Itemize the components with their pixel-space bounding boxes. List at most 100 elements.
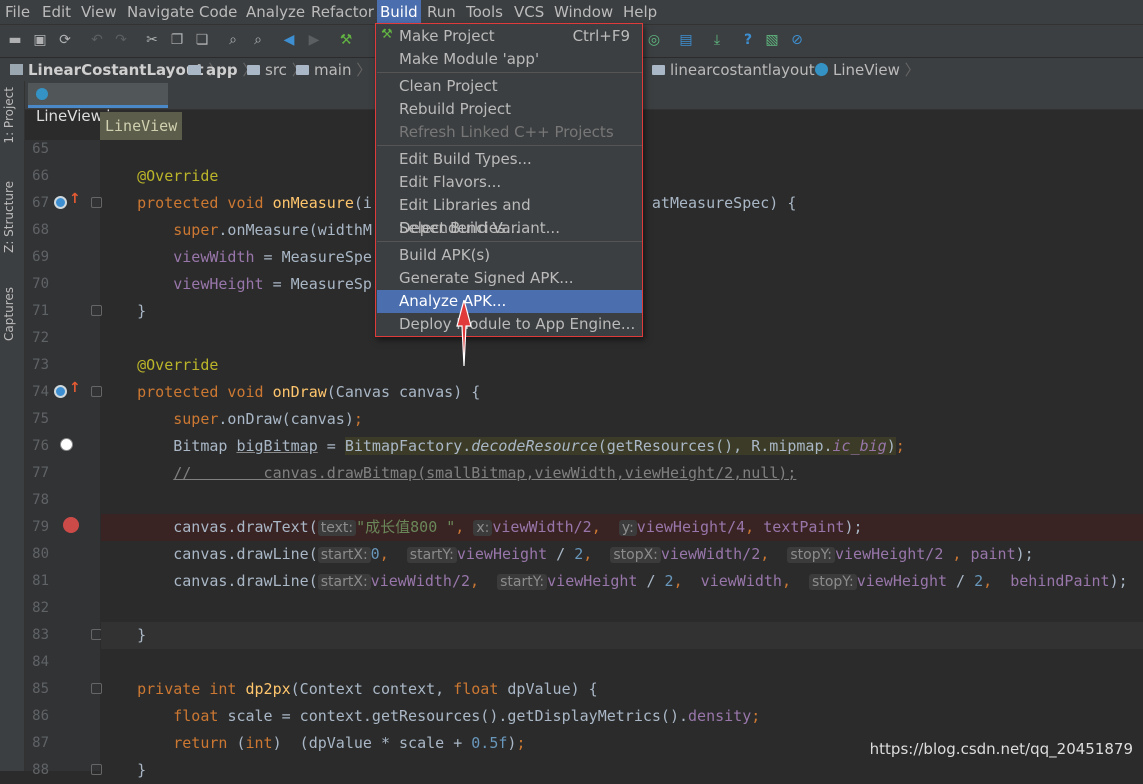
override-marker-icon[interactable]	[54, 196, 67, 209]
structure-tool-tab[interactable]: Z: Structure	[2, 181, 22, 253]
cut-icon[interactable]: ✂	[143, 31, 161, 49]
menu-edit[interactable]: Edit	[42, 0, 71, 24]
folder-icon	[247, 65, 260, 75]
copy-icon[interactable]: ❐	[168, 31, 186, 49]
disabled-breakpoint-icon[interactable]	[60, 438, 73, 451]
replace-icon[interactable]: ⌕	[249, 31, 267, 49]
param-hint: startX:	[317, 547, 371, 563]
java-class-icon	[36, 88, 48, 100]
menu-item-generate-signed-apk[interactable]: Generate Signed APK...	[377, 267, 642, 290]
line-number: 78	[32, 492, 49, 508]
menu-file[interactable]: File	[5, 0, 30, 24]
paste-icon[interactable]: ❏	[193, 31, 211, 49]
folder-icon	[296, 65, 309, 75]
open-folder-icon[interactable]: ▬	[6, 31, 24, 49]
module-folder-icon	[188, 65, 201, 75]
menu-vcs[interactable]: VCS	[514, 0, 544, 24]
undo-icon[interactable]: ↶	[88, 31, 106, 49]
param-hint: startY:	[406, 547, 457, 563]
menu-item-build-apk[interactable]: Build APK(s)	[377, 244, 642, 267]
redo-icon[interactable]: ↷	[112, 31, 130, 49]
menu-build[interactable]: Build	[377, 0, 421, 24]
breadcrumb-package[interactable]: linearcostantlayout 〉	[652, 58, 834, 82]
line-number: 73	[32, 357, 49, 373]
sync-gradle-icon[interactable]: ◎	[645, 31, 663, 49]
menu-analyze[interactable]: Analyze	[246, 0, 305, 24]
code-line: float scale = context.getResources().get…	[173, 707, 761, 725]
code-structure-breadcrumb[interactable]: LineView	[100, 112, 183, 140]
line-number: 80	[32, 546, 49, 562]
menu-run[interactable]: Run	[427, 0, 456, 24]
menu-navigate[interactable]: Navigate	[127, 0, 194, 24]
menu-separator	[377, 241, 642, 242]
code-line: // canvas.drawBitmap(smallBitmap,viewWid…	[173, 464, 797, 482]
class-icon	[815, 63, 828, 76]
breadcrumb-class[interactable]: LineView 〉	[815, 58, 920, 82]
code-line: protected void onDraw(Canvas canvas) {	[137, 383, 481, 401]
help-icon[interactable]: ?	[739, 31, 757, 49]
code-line: private int dp2px(Context context, float…	[137, 680, 598, 698]
param-hint: y:	[618, 520, 637, 536]
menu-item-refresh-cpp: Refresh Linked C++ Projects	[399, 123, 614, 141]
code-line: canvas.drawLine(startX: viewWidth/2, star…	[173, 572, 1128, 590]
build-dropdown-menu: ⚒ Make Project Ctrl+F9 Make Module 'app' C…	[375, 23, 643, 337]
line-number: 88	[32, 762, 49, 778]
editor-gutter: 65 66 67 68 69 70 71 72 73 74 75 76 77 7…	[25, 140, 102, 778]
sdk-manager-icon[interactable]: ⤓	[708, 31, 726, 49]
sync-icon[interactable]: ⟳	[56, 31, 74, 49]
make-hammer-icon[interactable]: ⚒	[337, 31, 355, 49]
menu-tools[interactable]: Tools	[466, 0, 503, 24]
override-marker-icon[interactable]	[54, 385, 67, 398]
watermark-text: https://blog.csdn.net/qq_20451879	[869, 740, 1133, 758]
menu-item-make-module[interactable]: Make Module 'app'	[377, 48, 642, 71]
line-number: 68	[32, 222, 49, 238]
menu-refactor[interactable]: Refactor	[311, 0, 374, 24]
param-hint: x:	[473, 520, 493, 536]
menu-item-clean-project[interactable]: Clean Project	[377, 75, 642, 98]
shortcut-label: Ctrl+F9	[572, 27, 630, 45]
find-icon[interactable]: ⌕	[224, 31, 242, 49]
menu-bar: File Edit View Navigate Code Analyze Ref…	[0, 0, 1143, 24]
menu-item-select-build-variant[interactable]: Select Build Variant...	[377, 217, 642, 240]
menu-item-make-project[interactable]: ⚒ Make Project Ctrl+F9	[377, 25, 642, 48]
param-hint: text:	[317, 520, 357, 536]
line-number: 83	[32, 627, 49, 643]
override-up-arrow-icon: ↑	[69, 191, 81, 207]
menu-item-edit-libraries[interactable]: Edit Libraries and Dependencies...	[377, 194, 642, 237]
menu-item-rebuild-project[interactable]: Rebuild Project	[377, 98, 642, 121]
line-number: 70	[32, 276, 49, 292]
no-entry-icon[interactable]: ⊘	[788, 31, 806, 49]
captures-tool-tab[interactable]: Captures	[2, 287, 22, 341]
line-number: 66	[32, 168, 49, 184]
menu-window[interactable]: Window	[554, 0, 613, 24]
project-tool-tab[interactable]: 1: Project	[2, 87, 22, 144]
line-number: 84	[32, 654, 49, 670]
menu-code[interactable]: Code	[199, 0, 237, 24]
line-number: 69	[32, 249, 49, 265]
breadcrumb-main[interactable]: main 〉	[296, 58, 371, 82]
menu-item-edit-flavors[interactable]: Edit Flavors...	[377, 171, 642, 194]
package-folder-icon	[652, 65, 665, 75]
monitor-icon[interactable]: ▧	[763, 31, 781, 49]
back-icon[interactable]: ◀	[280, 31, 298, 49]
param-hint: startY:	[497, 574, 548, 590]
menu-view[interactable]: View	[81, 0, 117, 24]
param-hint: stopX:	[610, 547, 661, 563]
line-number: 82	[32, 600, 49, 616]
save-icon[interactable]: ▣	[31, 31, 49, 49]
tab-lineview-java[interactable]: LineView.java×	[28, 83, 168, 125]
breakpoint-icon[interactable]	[63, 517, 79, 533]
menu-help[interactable]: Help	[623, 0, 657, 24]
line-number: 76	[32, 438, 49, 454]
device-icon[interactable]: ▤	[677, 31, 695, 49]
override-up-arrow-icon: ↑	[69, 380, 81, 396]
forward-icon[interactable]: ▶	[305, 31, 323, 49]
line-number: 72	[32, 330, 49, 346]
menu-item-edit-build-types[interactable]: Edit Build Types...	[377, 148, 642, 171]
menu-item-analyze-apk[interactable]: Analyze APK...	[377, 290, 642, 313]
line-number: 85	[32, 681, 49, 697]
line-number: 75	[32, 411, 49, 427]
menu-separator	[377, 145, 642, 146]
left-tool-window-strip: 1: Project Z: Structure Captures	[0, 81, 25, 771]
menu-item-deploy-app-engine[interactable]: Deploy Module to App Engine...	[377, 313, 642, 336]
